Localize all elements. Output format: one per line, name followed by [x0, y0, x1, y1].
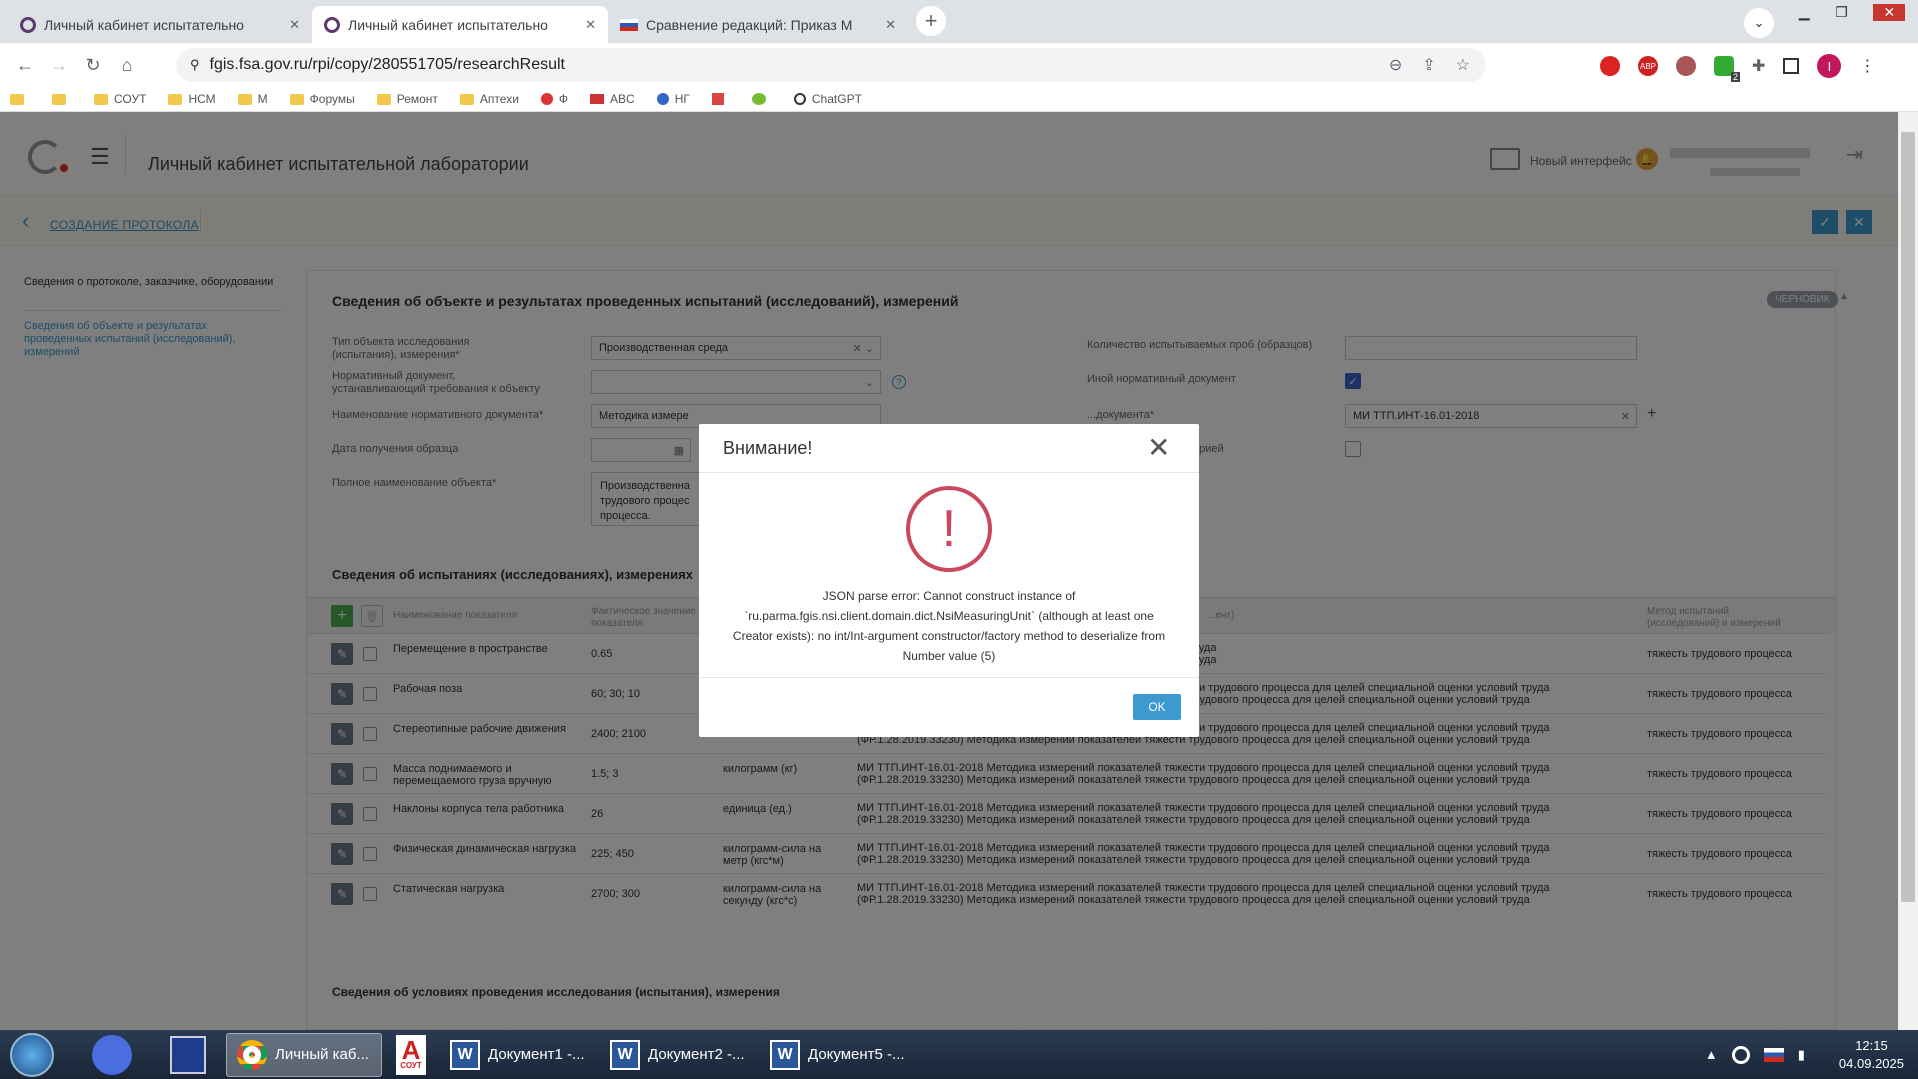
bookmark-item[interactable]: ABC	[590, 92, 635, 106]
url-text: fgis.fsa.gov.ru/rpi/copy/280551705/resea…	[209, 56, 565, 73]
bookmark-star-icon[interactable]: ☆	[1456, 55, 1470, 75]
messenger-icon[interactable]	[92, 1034, 132, 1075]
site-icon	[751, 93, 766, 105]
tab-favicon-icon	[20, 16, 36, 33]
close-tab-icon[interactable]: ✕	[585, 17, 596, 33]
window-controls: ▁ ❐ ✕	[1786, 0, 1918, 24]
reload-icon[interactable]: ↻	[76, 48, 110, 82]
scrollbar-thumb[interactable]	[1901, 132, 1915, 902]
network-icon[interactable]: ▮	[1798, 1047, 1805, 1063]
abp-icon[interactable]: ABP	[1638, 56, 1658, 76]
bookmark-item[interactable]: Ремонт	[376, 92, 438, 106]
new-tab-button[interactable]: +	[916, 6, 946, 36]
minimize-icon[interactable]: ▁	[1799, 4, 1810, 21]
close-tab-icon[interactable]: ✕	[885, 17, 896, 33]
folder-icon	[289, 93, 304, 105]
folder-icon	[168, 93, 183, 105]
tray-arrow-icon[interactable]: ▲	[1705, 1047, 1718, 1062]
tab-favicon-icon	[324, 16, 340, 33]
close-tab-icon[interactable]: ✕	[289, 17, 300, 33]
bookmark-item[interactable]: Аптехи	[459, 92, 519, 106]
page-scrollbar[interactable]	[1898, 112, 1918, 1030]
site-icon	[656, 93, 669, 105]
bookmark-item[interactable]	[711, 93, 730, 105]
taskbar-item-word[interactable]: W Документ1 -...	[440, 1033, 596, 1077]
folder-icon	[237, 93, 252, 105]
bookmark-item[interactable]: Ф	[540, 92, 568, 106]
site-icon	[711, 93, 724, 105]
tab-title: Сравнение редакций: Приказ М	[646, 16, 853, 33]
dialog-title: Внимание!	[723, 438, 813, 458]
forward-icon[interactable]: →	[42, 48, 76, 82]
browser-tab-active[interactable]: Личный кабинет испытательно ✕	[312, 6, 608, 43]
windows-taskbar: Личный каб... A СОУТ W Документ1 -... W Док…	[0, 1030, 1918, 1079]
bookmark-item[interactable]: СОУТ	[94, 92, 146, 106]
save-disk-icon[interactable]	[170, 1035, 206, 1074]
sidepanel-icon[interactable]	[1783, 58, 1800, 74]
tab-title: Личный кабинет испытательно	[44, 16, 244, 33]
tab-title: Личный кабинет испытательно	[348, 16, 548, 33]
restore-icon[interactable]: ❐	[1835, 4, 1848, 21]
shield-extension-icon[interactable]: 2	[1714, 56, 1740, 82]
close-window-icon[interactable]: ✕	[1873, 3, 1906, 21]
alert-dialog: Внимание! ✕ ! JSON parse error: Cannot c…	[699, 424, 1199, 737]
bookmark-item[interactable]: НСМ	[168, 92, 216, 106]
folder-icon	[10, 93, 24, 105]
bookmark-item[interactable]: М	[237, 92, 268, 106]
address-bar[interactable]: ⚲ fgis.fsa.gov.ru/rpi/copy/280551705/res…	[176, 48, 1486, 82]
ok-button[interactable]: OK	[1133, 694, 1181, 720]
back-icon[interactable]: ←	[8, 48, 42, 82]
bookmark-item[interactable]	[751, 93, 772, 105]
word-icon: W	[610, 1039, 640, 1070]
chatgpt-icon	[793, 93, 806, 105]
browser-tab-strip: Личный кабинет испытательно ✕ Личный каб…	[0, 0, 1918, 43]
home-icon[interactable]: ⌂	[110, 48, 144, 82]
browser-tab[interactable]: Сравнение редакций: Приказ М ✕	[608, 6, 908, 43]
start-button[interactable]	[10, 1032, 54, 1077]
taskbar-item-word[interactable]: W Документ5 -...	[760, 1033, 916, 1077]
divider	[699, 472, 1199, 473]
extensions-bar: ABP 2 ✚ I ⋮	[1596, 52, 1918, 82]
bookmark-item[interactable]	[52, 93, 72, 105]
extension-icon[interactable]	[1676, 56, 1696, 76]
tab-search-icon[interactable]: ⌄	[1744, 8, 1774, 38]
bookmark-item[interactable]	[10, 93, 30, 105]
extension-badge: 2	[1730, 72, 1740, 82]
menu-dots-icon[interactable]: ⋮	[1859, 56, 1875, 76]
folder-icon	[94, 93, 108, 105]
adblock-icon[interactable]	[1600, 56, 1620, 76]
share-icon[interactable]: ⇪	[1422, 55, 1435, 75]
chrome-icon	[237, 1039, 267, 1070]
puzzle-icon[interactable]: ✚	[1752, 56, 1765, 76]
bookmark-item[interactable]: ChatGPT	[793, 92, 862, 106]
sout-icon: A СОУТ	[396, 1034, 426, 1075]
error-icon: !	[906, 486, 992, 572]
bookmark-item[interactable]: НГ	[656, 92, 690, 106]
bookmark-item[interactable]: Форумы	[289, 92, 355, 106]
taskbar-item-word[interactable]: W Документ2 -...	[600, 1033, 756, 1077]
word-icon: W	[450, 1039, 480, 1070]
tab-favicon-icon	[620, 18, 638, 31]
tray-app-icon[interactable]	[1731, 1045, 1750, 1064]
language-flag-icon[interactable]	[1763, 1047, 1784, 1062]
word-icon: W	[770, 1039, 800, 1070]
clock[interactable]: 12:15 04.09.2025	[1839, 1037, 1904, 1073]
zoom-icon[interactable]: ⊖	[1389, 55, 1402, 75]
close-dialog-icon[interactable]: ✕	[1147, 432, 1170, 464]
taskbar-item-sout[interactable]: A СОУТ	[386, 1033, 436, 1077]
folder-icon	[459, 93, 474, 105]
divider	[699, 677, 1199, 678]
bookmarks-bar: СОУТ НСМ М Форумы Ремонт Аптехи Ф ABC НГ…	[0, 87, 1918, 112]
site-icon	[590, 94, 605, 104]
site-icon	[540, 93, 553, 105]
error-message: JSON parse error: Cannot construct insta…	[732, 589, 1166, 663]
profile-avatar[interactable]: I	[1817, 54, 1842, 78]
folder-icon	[52, 93, 66, 105]
site-info-icon[interactable]: ⚲	[190, 57, 200, 73]
browser-tab[interactable]: Личный кабинет испытательно ✕	[8, 6, 312, 43]
taskbar-item-chrome[interactable]: Личный каб...	[226, 1032, 382, 1077]
folder-icon	[376, 93, 391, 105]
